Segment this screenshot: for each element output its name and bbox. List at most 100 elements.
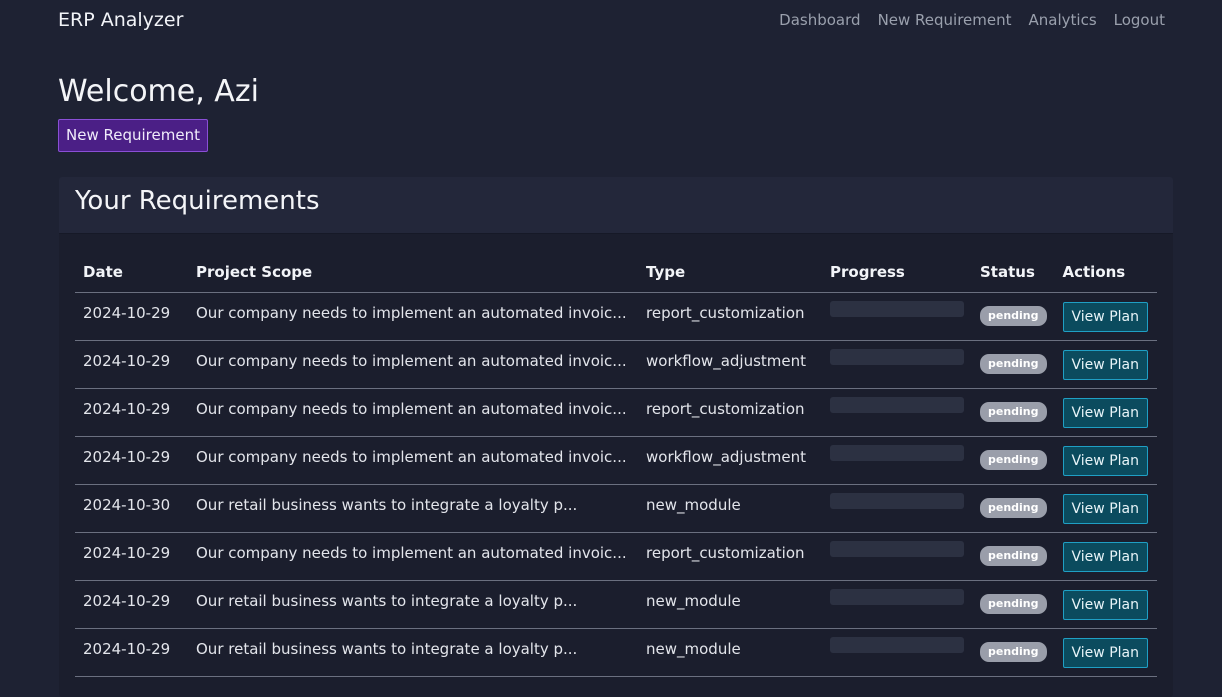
type-cell: new_module: [638, 628, 822, 677]
actions-cell: View Plan: [1054, 388, 1157, 437]
table-header-row: Date Project Scope Type Progress Status …: [75, 253, 1157, 293]
progress-bar: [830, 636, 964, 653]
progress-bar: [830, 444, 964, 461]
date-text: 2024-10-29: [83, 351, 171, 370]
nav-links: Dashboard New Requirement Analytics Logo…: [779, 11, 1165, 29]
type-text: report_customization: [646, 399, 805, 418]
project-scope-cell: Our company needs to implement an automa…: [188, 532, 638, 581]
date-text: 2024-10-29: [83, 543, 171, 562]
date-cell: 2024-10-29: [75, 532, 188, 581]
progress-bar: [830, 492, 964, 509]
card-header: Your Requirements: [59, 177, 1173, 234]
date-cell: 2024-10-29: [75, 292, 188, 341]
new-requirement-button[interactable]: New Requirement: [58, 119, 208, 152]
type-cell: report_customization: [638, 532, 822, 581]
type-cell: report_customization: [638, 292, 822, 341]
type-text: report_customization: [646, 543, 805, 562]
nav-link-new-requirement[interactable]: New Requirement: [878, 11, 1012, 29]
column-header-progress: Progress: [822, 253, 972, 293]
column-header-date: Date: [75, 253, 188, 293]
column-header-project-scope: Project Scope: [188, 253, 638, 293]
progress-cell: [822, 292, 972, 341]
progress-bar: [830, 396, 964, 413]
nav-link-dashboard[interactable]: Dashboard: [779, 11, 860, 29]
status-cell: pending: [972, 580, 1055, 629]
brand-link[interactable]: ERP Analyzer: [58, 9, 183, 31]
progress-bar: [830, 348, 964, 365]
type-text: workflow_adjustment: [646, 351, 807, 370]
actions-cell: View Plan: [1054, 532, 1157, 581]
type-cell: workflow_adjustment: [638, 340, 822, 389]
view-plan-button[interactable]: View Plan: [1062, 445, 1148, 476]
project-scope-text: Our company needs to implement an automa…: [196, 447, 627, 466]
project-scope-cell: Our company needs to implement an automa…: [188, 436, 638, 485]
project-scope-text: Our retail business wants to integrate a…: [196, 639, 578, 658]
type-text: new_module: [646, 591, 741, 610]
view-plan-button[interactable]: View Plan: [1062, 589, 1148, 620]
date-cell: 2024-10-29: [75, 388, 188, 437]
type-text: new_module: [646, 639, 741, 658]
actions-cell: View Plan: [1054, 340, 1157, 389]
project-scope-text: Our retail business wants to integrate a…: [196, 591, 578, 610]
project-scope-text: Our company needs to implement an automa…: [196, 543, 627, 562]
view-plan-button[interactable]: View Plan: [1062, 349, 1148, 380]
view-plan-button[interactable]: View Plan: [1062, 397, 1148, 428]
date-cell: 2024-10-29: [75, 340, 188, 389]
requirements-card: Your Requirements Date Project Scope Typ…: [59, 177, 1173, 697]
project-scope-text: Our company needs to implement an automa…: [196, 303, 627, 322]
page-title: Welcome, Azi: [58, 74, 259, 109]
status-badge: pending: [980, 449, 1047, 470]
status-badge: pending: [980, 497, 1047, 518]
actions-cell: View Plan: [1054, 628, 1157, 677]
project-scope-cell: Our company needs to implement an automa…: [188, 340, 638, 389]
column-header-status: Status: [972, 253, 1055, 293]
status-cell: pending: [972, 388, 1055, 437]
nav-link-analytics[interactable]: Analytics: [1029, 11, 1097, 29]
progress-cell: [822, 628, 972, 677]
view-plan-button[interactable]: View Plan: [1062, 637, 1148, 668]
project-scope-cell: Our retail business wants to integrate a…: [188, 628, 638, 677]
view-plan-button[interactable]: View Plan: [1062, 493, 1148, 524]
project-scope-text: Our company needs to implement an automa…: [196, 351, 627, 370]
actions-cell: View Plan: [1054, 580, 1157, 629]
project-scope-cell: Our retail business wants to integrate a…: [188, 580, 638, 629]
type-text: report_customization: [646, 303, 805, 322]
type-cell: workflow_adjustment: [638, 436, 822, 485]
type-cell: new_module: [638, 580, 822, 629]
progress-bar: [830, 300, 964, 317]
nav-link-logout[interactable]: Logout: [1114, 11, 1165, 29]
date-text: 2024-10-29: [83, 591, 171, 610]
status-cell: pending: [972, 292, 1055, 341]
status-badge: pending: [980, 545, 1047, 566]
type-text: new_module: [646, 495, 741, 514]
card-title: Your Requirements: [75, 186, 320, 216]
requirements-table-body: 2024-10-29 Our company needs to implement…: [75, 292, 1157, 677]
date-cell: 2024-10-29: [75, 628, 188, 677]
project-scope-cell: Our company needs to implement an automa…: [188, 292, 638, 341]
date-cell: 2024-10-30: [75, 484, 188, 533]
progress-bar: [830, 540, 964, 557]
project-scope-text: Our company needs to implement an automa…: [196, 399, 627, 418]
table-row: 2024-10-29 Our retail business wants to i…: [75, 628, 1157, 677]
date-text: 2024-10-30: [83, 495, 171, 514]
table-row: 2024-10-29 Our retail business wants to i…: [75, 580, 1157, 629]
status-badge: pending: [980, 305, 1047, 326]
type-cell: report_customization: [638, 388, 822, 437]
date-text: 2024-10-29: [83, 399, 171, 418]
date-text: 2024-10-29: [83, 303, 171, 322]
view-plan-button[interactable]: View Plan: [1062, 541, 1148, 572]
date-cell: 2024-10-29: [75, 580, 188, 629]
actions-cell: View Plan: [1054, 292, 1157, 341]
progress-cell: [822, 436, 972, 485]
requirements-table: Date Project Scope Type Progress Status …: [75, 253, 1157, 677]
column-header-actions: Actions: [1054, 253, 1157, 293]
project-scope-cell: Our company needs to implement an automa…: [188, 388, 638, 437]
project-scope-cell: Our retail business wants to integrate a…: [188, 484, 638, 533]
view-plan-button[interactable]: View Plan: [1062, 301, 1148, 332]
status-cell: pending: [972, 340, 1055, 389]
progress-cell: [822, 484, 972, 533]
date-cell: 2024-10-29: [75, 436, 188, 485]
status-cell: pending: [972, 484, 1055, 533]
navbar: ERP Analyzer Dashboard New Requirement A…: [0, 0, 1222, 44]
date-text: 2024-10-29: [83, 447, 171, 466]
